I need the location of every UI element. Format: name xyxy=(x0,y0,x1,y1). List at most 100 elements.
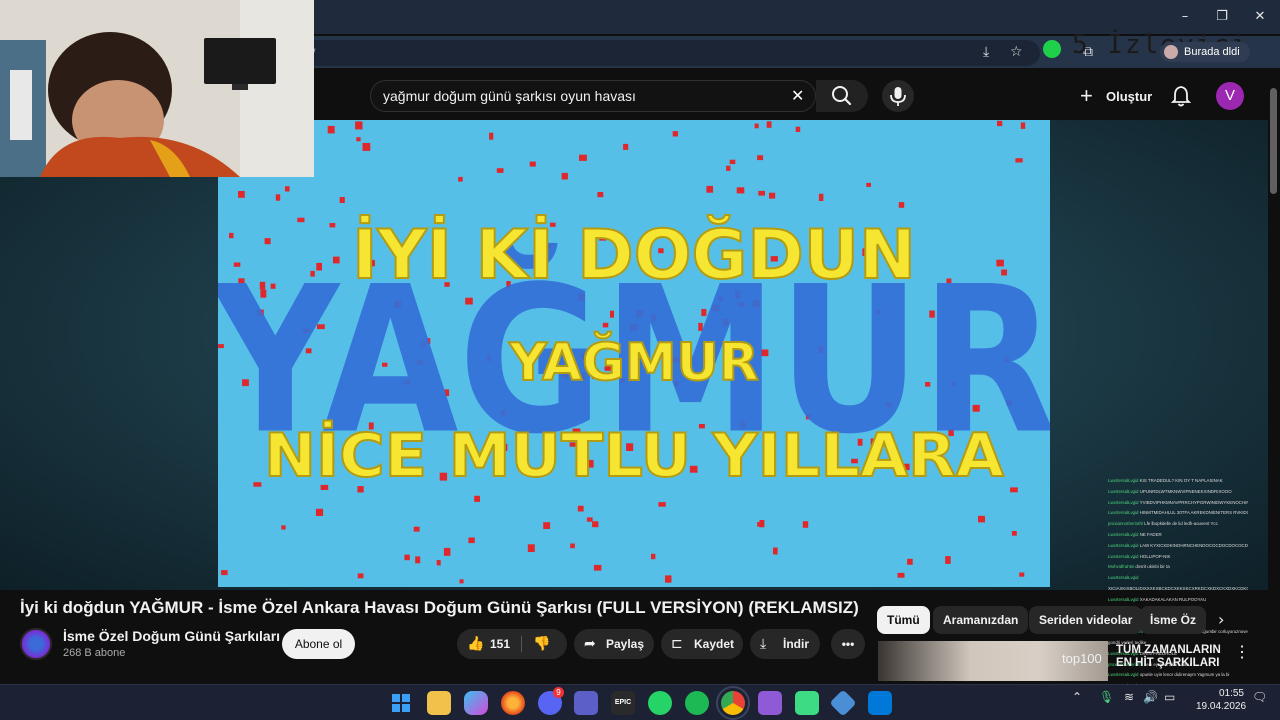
share-icon: ➦ xyxy=(584,636,596,652)
webcam-image xyxy=(0,0,314,177)
recommended-thumb-label: top100 xyxy=(1062,651,1102,666)
chat-text: opunle uyin lenor dulirenaym Yagmum ya l… xyxy=(1139,672,1230,678)
chat-text: Lfe lbopkitelle de lid ledh-aouvent Ycc xyxy=(1144,521,1218,527)
notifications-button[interactable] xyxy=(1168,83,1194,109)
subscribe-button[interactable]: Abone ol xyxy=(282,629,355,659)
title-line-nice-mutlu-yillara: NİCE MUTLU YILLARA xyxy=(264,419,1005,491)
epic-games-icon[interactable]: EPIC xyxy=(611,691,635,715)
spotify-icon[interactable] xyxy=(685,691,709,715)
chat-text: dnsrit ukinbi bir ta xyxy=(1135,564,1170,570)
network-tool-icon[interactable] xyxy=(829,689,857,717)
whatsapp-icon[interactable] xyxy=(648,691,672,715)
recommended-video-title[interactable]: TÜM ZAMANLARIN EN HİT ŞARKILARI xyxy=(1116,644,1228,670)
bookmark-star-icon[interactable]: ☆ xyxy=(1010,44,1023,60)
chat-text: XICIAXKIXBOLIDIXXXKXBCKDCXKKSKCXRKDCXKDX… xyxy=(1108,585,1248,591)
chat-message: LwxrtersalLvgid YVIBDVIPHKMNAVPRRCHYPGRW… xyxy=(1108,498,1248,509)
thumbs-up-icon[interactable]: 👍 xyxy=(467,629,484,659)
clear-search-icon[interactable]: ✕ xyxy=(791,86,804,105)
search-query-text: yağmur doğum günü şarkısı oyun havası xyxy=(383,88,636,104)
page-scrollbar[interactable] xyxy=(1268,72,1280,684)
save-button[interactable]: ⊏ Kaydet xyxy=(661,629,743,659)
chat-username: LwxrtersalLvgid xyxy=(1108,488,1140,494)
chat-username: LwxrtersalLvgid xyxy=(1108,575,1139,581)
chip-series-videos[interactable]: Seriden videolar xyxy=(1029,606,1143,634)
chat-message: LwxrtersalLvgid KIS TRADEDUL? KIN OY T N… xyxy=(1108,476,1248,487)
search-icon xyxy=(832,86,852,106)
more-horizontal-icon: ••• xyxy=(841,637,855,651)
search-button[interactable] xyxy=(816,80,868,112)
chrome-icon[interactable] xyxy=(716,686,750,720)
voice-search-button[interactable] xyxy=(882,80,914,112)
chat-username: LwxrtersalLvgid xyxy=(1108,596,1140,602)
chip-from-search[interactable]: Aramanızdan xyxy=(933,606,1029,634)
clock-date: 19.04.2026 xyxy=(1196,701,1247,712)
browser-profile-chip[interactable]: Burada dldi xyxy=(1160,42,1250,62)
chip-all[interactable]: Tümü xyxy=(877,606,930,634)
file-explorer-icon[interactable] xyxy=(427,691,451,715)
chevron-right-icon[interactable]: › xyxy=(1218,610,1224,629)
chat-message: LwxrtersalLvgid LAW KYXICKDKINOHRNCHENDO… xyxy=(1108,541,1248,552)
like-count[interactable]: 151 xyxy=(490,629,510,659)
microphone-icon xyxy=(890,87,906,106)
install-app-icon[interactable]: ⤓ xyxy=(983,44,989,60)
chat-username: Mohvidfrahtis xyxy=(1108,564,1136,570)
minimize-window-button[interactable]: – xyxy=(1170,6,1200,28)
bell-icon xyxy=(1170,86,1192,107)
thumbs-down-icon[interactable]: 👎 xyxy=(533,629,550,659)
scrollbar-thumb[interactable] xyxy=(1270,88,1277,194)
channel-name[interactable]: İsme Özel Doğum Günü Şarkıları xyxy=(63,628,280,644)
vscode-icon[interactable] xyxy=(868,691,892,715)
tray-mic-icon[interactable]: 🎙 xyxy=(1099,690,1114,704)
chat-username: proxiannotheriothl xyxy=(1108,521,1145,527)
channel-avatar[interactable] xyxy=(20,628,52,660)
windows-start-icon[interactable] xyxy=(389,691,413,715)
video-player[interactable]: YAĞMUR İYİ Kİ DOĞDUN YAĞMUR NİCE MUTLU Y… xyxy=(218,120,1050,587)
address-bar[interactable]: / xyxy=(300,40,1040,66)
extension-status-icon[interactable] xyxy=(1043,40,1061,58)
plus-icon: + xyxy=(1080,83,1093,108)
close-window-button[interactable]: ✕ xyxy=(1245,6,1275,28)
share-button[interactable]: ➦ Paylaş xyxy=(574,629,654,659)
chat-username: LwxrtersalLvgid xyxy=(1108,553,1140,559)
visual-studio-icon[interactable] xyxy=(758,691,782,715)
clock-time: 01:55 xyxy=(1218,688,1244,699)
download-icon: ⤓ xyxy=(760,636,767,652)
download-button[interactable]: ⤓ İndir xyxy=(750,629,820,659)
tray-battery-icon[interactable]: ▭ xyxy=(1164,690,1175,704)
copilot-icon[interactable] xyxy=(464,691,488,715)
subscriber-count: 268 B abone xyxy=(63,647,126,659)
chat-message: LwxrtersalLvgid UPUNRDLWTMKNWVIPNENEKXIN… xyxy=(1108,487,1248,498)
chat-text: LAW KYXICKDKINOHRNCHENDOCOCDOCDOCOCDOCO xyxy=(1139,542,1248,548)
like-divider xyxy=(521,636,522,652)
chat-username: LwxrtersalLvgid xyxy=(1108,672,1140,678)
chat-text: XAKADAKALAKAN RULPOOYAU xyxy=(1139,596,1207,602)
tray-volume-icon[interactable]: 🔊 xyxy=(1143,690,1158,704)
taskbar-clock[interactable]: 01:55 19.04.2026 xyxy=(1196,687,1247,713)
create-button[interactable]: + Oluştur xyxy=(1074,80,1154,112)
chat-username: LwxrtersalLvgid xyxy=(1108,510,1140,516)
maximize-window-button[interactable]: ❐ xyxy=(1207,6,1237,28)
chat-message: LwxrtersalLvgid opunle uyin lenor dulire… xyxy=(1108,670,1248,681)
chat-message: XICIAXKIXBOLIDIXXXKXBCKDCXKKSKCXRKDCXKDX… xyxy=(1108,584,1248,595)
webcam-overlay xyxy=(0,0,314,177)
search-input[interactable]: yağmur doğum günü şarkısı oyun havası ✕ xyxy=(370,80,816,112)
firefox-icon[interactable] xyxy=(501,691,525,715)
kebab-menu-icon[interactable]: ⋮ xyxy=(1234,642,1250,662)
chat-username: LwxrtersalLvgid xyxy=(1108,531,1140,537)
account-avatar[interactable]: V xyxy=(1216,82,1244,110)
teams-icon[interactable] xyxy=(574,691,598,715)
tray-wifi-icon[interactable]: ≋ xyxy=(1124,690,1134,704)
more-actions-button[interactable]: ••• xyxy=(831,629,865,659)
chip-isme-ozel[interactable]: İsme Öz xyxy=(1140,606,1207,634)
chat-message: LwxrtersalLvgid HINMTMIDAHLUL 30TFA AKRE… xyxy=(1108,508,1248,519)
discord-icon[interactable]: 9 xyxy=(538,687,564,715)
bookmark-icon: ⊏ xyxy=(671,636,683,652)
chat-message: LwxrtersalLvgid XAKADAKALAKAN RULPOOYAU xyxy=(1108,595,1248,606)
title-line-name: YAĞMUR xyxy=(508,331,759,393)
notification-center-icon[interactable]: 🗨 xyxy=(1252,690,1267,704)
chat-message: LwxrtersalLvgid HOLLIPOP-NIK xyxy=(1108,552,1248,563)
save-label: Kaydet xyxy=(694,637,735,651)
android-studio-icon[interactable] xyxy=(795,691,819,715)
tray-overflow-icon[interactable]: ⌃ xyxy=(1072,690,1082,704)
chat-message: LwxrtersalLvgid xyxy=(1108,573,1248,584)
